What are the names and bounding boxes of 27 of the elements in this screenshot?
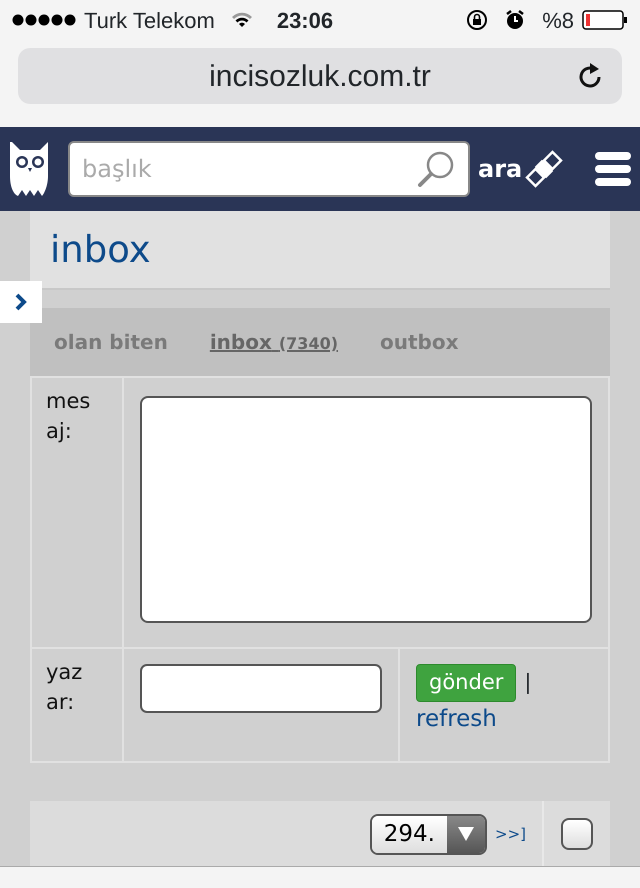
search-icon [416, 149, 456, 189]
rotation-lock-icon [466, 9, 488, 31]
author-field[interactable] [140, 664, 382, 713]
checkbox[interactable] [561, 818, 593, 850]
battery-percent: %8 [542, 6, 574, 34]
send-button[interactable]: gönder [416, 664, 516, 702]
next-page-link[interactable]: >>] [495, 822, 526, 846]
page-title: inbox [50, 226, 151, 273]
message-field[interactable] [140, 396, 592, 623]
signal-icon [12, 14, 76, 26]
clock-time: 23:06 [276, 6, 334, 34]
menu-icon[interactable] [594, 150, 632, 188]
page-select[interactable]: 294. [370, 814, 487, 854]
battery-icon [582, 9, 628, 31]
chevron-right-icon [14, 292, 28, 312]
tab[interactable]: inbox (7340) [210, 327, 338, 357]
dropdown-arrow-icon [457, 826, 475, 842]
search-button[interactable]: ara [478, 151, 522, 187]
side-panel-toggle[interactable] [0, 281, 42, 323]
alarm-clock-icon [504, 9, 526, 31]
separator-text: | [524, 669, 532, 696]
carrier-name: Turk Telekom [84, 6, 215, 34]
wifi-icon [230, 12, 253, 28]
field-label: yazar: [46, 659, 84, 716]
search-field[interactable]: başlık [68, 141, 470, 197]
refresh-link[interactable]: refresh [416, 706, 497, 732]
field-label: mesaj: [46, 388, 92, 446]
